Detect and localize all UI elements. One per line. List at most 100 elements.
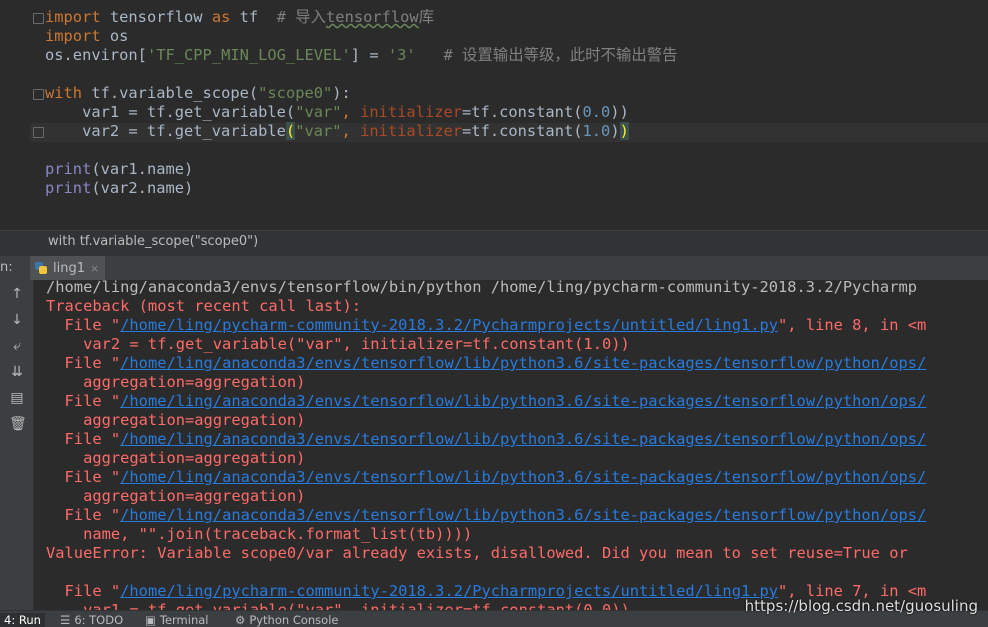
code-token: var2 = tf.get_variable (45, 122, 286, 140)
code-token: Traceback (most recent call last): (46, 297, 362, 315)
code-token: (var1.name) (91, 160, 194, 178)
code-token: ) (619, 122, 629, 140)
file-link[interactable]: /home/ling/pycharm-community-2018.3.2/Py… (120, 316, 778, 334)
code-token: 1.0 (582, 122, 611, 140)
code-token: File " (46, 430, 121, 448)
code-token: "var" (295, 103, 342, 121)
console-line: name, "".join(traceback.format_list(tb))… (46, 525, 472, 544)
code-token: as (211, 8, 231, 26)
tool-tab-label: Terminal (159, 613, 209, 627)
tool-tab-python-console[interactable]: ⚙ Python Console (235, 613, 338, 627)
python-console-icon: ⚙ (235, 613, 246, 627)
code-line[interactable]: import os (45, 27, 128, 46)
code-token: File " (46, 506, 121, 524)
fold-marker-icon[interactable] (33, 13, 44, 24)
code-token: ( (285, 122, 296, 140)
arrow-up-icon[interactable]: ↑ (9, 286, 25, 302)
code-token: "scope0" (258, 84, 333, 102)
code-token: File " (46, 354, 121, 372)
code-token: (var2.name) (91, 179, 194, 197)
file-link[interactable]: /home/ling/anaconda3/envs/tensorflow/lib… (120, 392, 926, 410)
file-link[interactable]: /home/ling/anaconda3/envs/tensorflow/lib… (120, 468, 926, 486)
file-link[interactable]: /home/ling/pycharm-community-2018.3.2/Py… (120, 582, 778, 600)
fold-marker-icon[interactable] (33, 89, 44, 100)
code-line[interactable]: var2 = tf.get_variable("var", initialize… (45, 122, 629, 141)
console-line: File "/home/ling/anaconda3/envs/tensorfl… (46, 354, 927, 373)
code-token: 库 (418, 8, 435, 26)
file-link[interactable]: /home/ling/anaconda3/envs/tensorflow/lib… (120, 506, 926, 524)
code-token: ValueError: Variable scope0/var already … (46, 544, 908, 562)
arrow-down-icon[interactable]: ↓ (9, 312, 25, 328)
code-line[interactable]: with tf.variable_scope("scope0"): (45, 84, 351, 103)
code-token: , (341, 122, 361, 140)
code-token: aggregation=aggregation) (46, 411, 306, 429)
code-token: tensorflow (326, 8, 419, 26)
code-token: aggregation=aggregation) (46, 449, 306, 467)
tool-tab-terminal[interactable]: ▣ Terminal (145, 613, 208, 627)
code-token: File " (46, 582, 121, 600)
code-token: os (100, 27, 129, 45)
code-token: File " (46, 468, 121, 486)
code-token: print (45, 179, 92, 197)
tool-tab-6-todo[interactable]: ☰ 6: TODO (60, 613, 123, 627)
run-tab-label: ling1 (53, 260, 85, 276)
code-line[interactable]: print(var2.name) (45, 179, 193, 198)
code-line[interactable]: var1 = tf.get_variable("var", initialize… (45, 103, 629, 122)
code-token: os.environ[ (45, 46, 147, 64)
code-token: aggregation=aggregation) (46, 487, 306, 505)
code-token: "var" (295, 122, 342, 140)
code-token: File " (46, 392, 121, 410)
code-token: File " (46, 316, 121, 334)
file-link[interactable]: /home/ling/anaconda3/envs/tensorflow/lib… (120, 430, 926, 448)
code-token: tf.variable_scope( (82, 84, 259, 102)
console-line: var2 = tf.get_variable("var", initialize… (46, 335, 630, 354)
code-token: import (45, 27, 101, 45)
terminal-icon: ▣ (145, 613, 156, 627)
code-line[interactable]: os.environ['TF_CPP_MIN_LOG_LEVEL'] = '3'… (45, 46, 678, 65)
run-toolbar: ↑ ↓ ⤶ ⇊ ▤ 🗑 (0, 280, 34, 610)
breadcrumb[interactable]: with tf.variable_scope("scope0") (0, 230, 988, 255)
code-token: print (45, 160, 92, 178)
tool-tab-4-run[interactable]: 4: Run (0, 613, 45, 627)
tool-tab-label: 6: TODO (74, 613, 124, 627)
file-link[interactable]: /home/ling/anaconda3/envs/tensorflow/lib… (120, 354, 926, 372)
console-line: Traceback (most recent call last): (46, 297, 361, 316)
print-icon[interactable]: ▤ (9, 390, 25, 406)
code-token: , (341, 103, 361, 121)
console-line: File "/home/ling/anaconda3/envs/tensorfl… (46, 468, 927, 487)
scroll-to-end-icon[interactable]: ⇊ (9, 364, 25, 380)
tool-tab-label: Python Console (249, 613, 339, 627)
code-token: /home/ling/anaconda3/envs/tensorflow/bin… (46, 280, 917, 296)
code-token: var1 = tf.get_variable( (45, 103, 296, 121)
python-file-icon (34, 261, 48, 275)
soft-wrap-icon[interactable]: ⤶ (9, 338, 25, 354)
breadcrumb-scope[interactable]: with tf.variable_scope("scope0") (48, 234, 258, 249)
tool-tab-label: 4: Run (4, 613, 41, 627)
console-line: aggregation=aggregation) (46, 487, 305, 506)
run-console-output[interactable]: /home/ling/anaconda3/envs/tensorflow/bin… (34, 280, 988, 610)
code-token: =tf.constant( (462, 103, 583, 121)
code-token: var1 = tf.get_variable("var", initialize… (46, 601, 630, 610)
console-line: File "/home/ling/anaconda3/envs/tensorfl… (46, 506, 927, 525)
fold-marker-icon[interactable] (33, 127, 44, 138)
todo-icon: ☰ (60, 613, 71, 627)
close-icon[interactable]: × (90, 262, 99, 275)
run-tab-ling1[interactable]: ling1 × (30, 256, 106, 280)
console-line: aggregation=aggregation) (46, 373, 305, 392)
console-line: /home/ling/anaconda3/envs/tensorflow/bin… (46, 280, 917, 297)
code-line[interactable]: print(var1.name) (45, 160, 193, 179)
code-token: name, "".join(traceback.format_list(tb))… (46, 525, 473, 543)
code-token: =tf.constant( (462, 122, 583, 140)
code-token: with (45, 84, 83, 102)
code-token: tensorflow (100, 8, 212, 26)
code-token: import (45, 8, 101, 26)
code-line[interactable]: import tensorflow as tf # 导入tensorflow库 (45, 8, 434, 27)
console-line: File "/home/ling/pycharm-community-2018.… (46, 316, 927, 335)
code-editor[interactable]: import tensorflow as tf # 导入tensorflow库 i… (0, 0, 988, 230)
run-panel-header: n: ling1 × (0, 255, 988, 281)
code-token: ] = (350, 46, 388, 64)
code-token: 0.0 (582, 103, 611, 121)
code-token: ) (610, 122, 620, 140)
trash-icon[interactable]: 🗑 (9, 416, 27, 432)
